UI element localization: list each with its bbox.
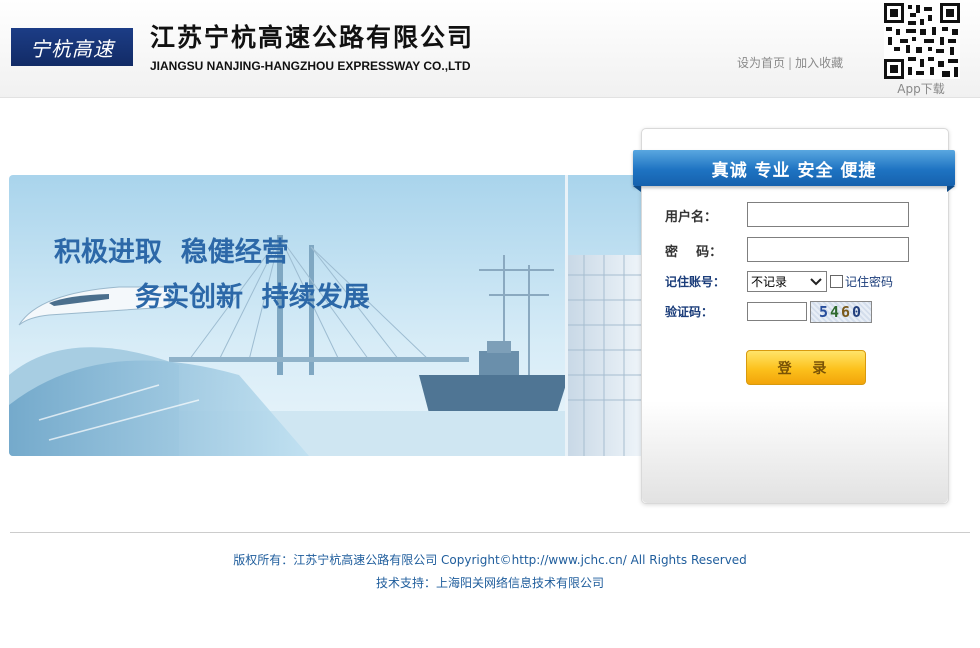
hero-banner: 积极进取 稳健经营 务实创新 持续发展 <box>9 175 641 456</box>
login-button[interactable]: 登 录 <box>746 350 866 385</box>
banner-slogan-2: 务实创新 持续发展 <box>135 281 370 313</box>
login-button-label: 登 录 <box>777 360 835 377</box>
footer-support: 技术支持：上海阳关网络信息技术有限公司 <box>375 576 604 590</box>
chevron-down-icon <box>809 275 823 289</box>
login-ribbon: 真诚 专业 安全 便捷 <box>633 150 955 192</box>
banner-slogan-1: 积极进取 稳健经营 <box>54 236 289 268</box>
set-homepage-link[interactable]: 设为首页 <box>737 56 785 70</box>
app-qr-code[interactable] <box>884 3 960 79</box>
captcha-char: 4 <box>829 303 841 321</box>
remember-account-select[interactable]: 不记录 <box>747 271 827 292</box>
captcha-char: 6 <box>841 303 853 321</box>
footer-divider <box>10 532 970 533</box>
captcha-char: 5 <box>818 303 830 321</box>
password-label: 密 码： <box>665 245 723 260</box>
link-separator: | <box>788 56 793 70</box>
captcha-label: 验证码： <box>665 305 714 319</box>
username-input[interactable] <box>747 202 909 227</box>
company-name-cn: 江苏宁杭高速公路有限公司 <box>150 23 475 52</box>
username-label: 用户名： <box>665 210 718 225</box>
ribbon-fold-left <box>633 186 641 192</box>
logo-text: 宁杭高速 <box>30 36 114 61</box>
remember-password-checkbox[interactable] <box>830 275 843 288</box>
password-input[interactable] <box>747 237 909 262</box>
company-logo: 宁杭高速 <box>11 28 133 66</box>
ribbon-fold-right <box>947 186 955 192</box>
captcha-image[interactable]: 5 4 6 0 <box>810 301 872 323</box>
page-header: 宁杭高速 江苏宁杭高速公路有限公司 JIANGSU NANJING-HANGZH… <box>0 0 980 98</box>
add-favorite-link[interactable]: 加入收藏 <box>795 56 843 70</box>
login-ribbon-title: 真诚 专业 安全 便捷 <box>711 160 877 181</box>
app-download-label: App下载 <box>897 82 945 96</box>
captcha-char: 0 <box>852 303 864 321</box>
login-panel-shade <box>642 401 948 503</box>
remember-account-selected: 不记录 <box>751 275 788 289</box>
remember-password-option[interactable]: 记住密码 <box>830 273 893 290</box>
captcha-input[interactable] <box>747 302 807 321</box>
footer-copyright: 版权所有：江苏宁杭高速公路有限公司 Copyright©http://www.j… <box>233 553 747 567</box>
remember-account-label: 记住账号： <box>665 275 726 289</box>
remember-password-label: 记住密码 <box>845 275 894 289</box>
company-name-en: JIANGSU NANJING-HANGZHOU EXPRESSWAY CO.,… <box>150 59 471 73</box>
header-links: 设为首页 | 加入收藏 <box>737 54 843 71</box>
